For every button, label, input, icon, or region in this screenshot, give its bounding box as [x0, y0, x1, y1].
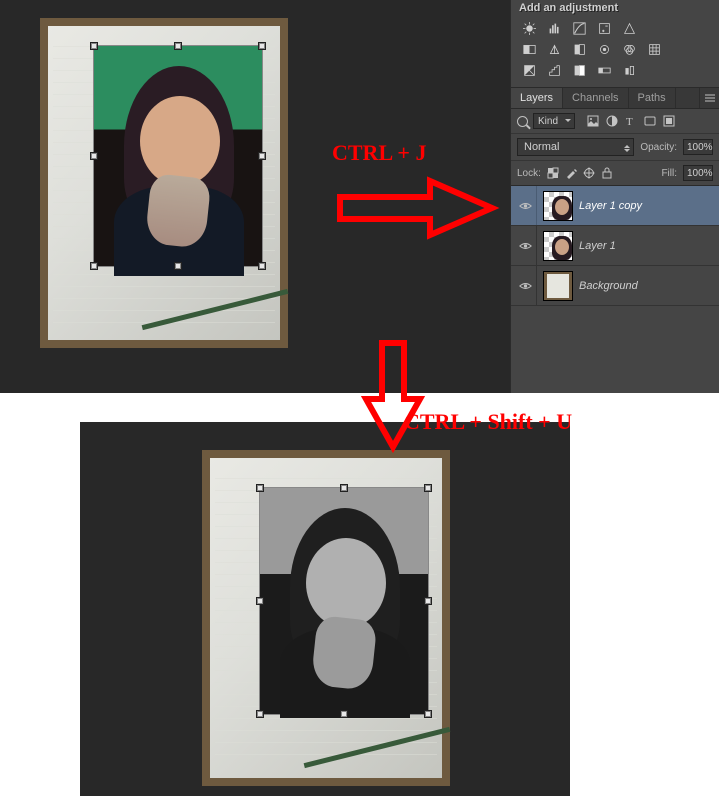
transform-handle[interactable] [257, 485, 263, 491]
document-notebook-bottom [202, 450, 450, 786]
panel-flyout-menu-icon[interactable] [699, 88, 719, 108]
blend-mode-dropdown[interactable]: Normal [517, 138, 634, 156]
tab-paths[interactable]: Paths [629, 88, 676, 108]
layer-row[interactable]: Layer 1 [511, 226, 719, 266]
filter-smartobject-icon[interactable] [662, 115, 675, 128]
tab-layers[interactable]: Layers [511, 88, 563, 108]
posterize-icon[interactable] [546, 63, 563, 78]
selective-color-icon[interactable] [621, 63, 638, 78]
levels-icon[interactable] [546, 21, 563, 36]
layer-row[interactable]: Background [511, 266, 719, 306]
placed-photo-bw[interactable] [260, 488, 428, 714]
transform-handle[interactable] [259, 153, 265, 159]
layer-name-label[interactable]: Layer 1 copy [579, 200, 642, 212]
notebook-paper [48, 26, 280, 340]
transform-handle[interactable] [341, 711, 347, 717]
transform-handle[interactable] [259, 263, 265, 269]
panel-tab-bar: Layers Channels Paths [511, 87, 719, 109]
photo-filter-icon[interactable] [596, 42, 613, 57]
brightness-contrast-icon[interactable] [521, 21, 538, 36]
layer-thumbnail[interactable] [543, 191, 573, 221]
fill-label: Fill: [661, 168, 677, 179]
lock-pixels-icon[interactable] [565, 167, 578, 180]
transform-handle[interactable] [425, 598, 431, 604]
transform-handle[interactable] [175, 263, 181, 269]
layer-filter-row: Kind T [511, 109, 719, 134]
blend-mode-value: Normal [524, 141, 559, 153]
lock-label: Lock: [517, 168, 541, 179]
tab-channels[interactable]: Channels [563, 88, 628, 108]
color-lookup-icon[interactable] [646, 42, 663, 57]
channel-mixer-icon[interactable] [621, 42, 638, 57]
filter-shape-icon[interactable] [643, 115, 656, 128]
canvas-area-bottom [80, 422, 570, 796]
transform-handle[interactable] [175, 43, 181, 49]
gradient-map-icon[interactable] [596, 63, 613, 78]
transform-handle[interactable] [425, 711, 431, 717]
layer-thumbnail[interactable] [543, 271, 573, 301]
filter-type-icon[interactable]: T [624, 115, 637, 128]
visibility-toggle-icon[interactable] [515, 186, 537, 225]
layer-name-label[interactable]: Layer 1 [579, 240, 616, 252]
layer-filter-kind-dropdown[interactable]: Kind [533, 113, 575, 129]
vibrance-icon[interactable] [621, 21, 638, 36]
placed-photo-color[interactable] [94, 46, 262, 266]
lock-row: Lock: Fill: 100% [511, 161, 719, 186]
exposure-icon[interactable] [596, 21, 613, 36]
transform-handle[interactable] [91, 153, 97, 159]
layer-thumbnail[interactable] [543, 231, 573, 261]
lock-transparency-icon[interactable] [547, 167, 560, 180]
transform-handle[interactable] [425, 485, 431, 491]
annotation-arrow-right-icon [336, 175, 496, 244]
filter-adjustment-icon[interactable] [605, 115, 618, 128]
color-balance-icon[interactable] [546, 42, 563, 57]
search-icon [517, 116, 528, 127]
notebook-paper [210, 458, 442, 778]
annotation-arrow-down-icon [360, 339, 426, 454]
visibility-toggle-icon[interactable] [515, 226, 537, 265]
adjustments-row-3 [511, 60, 719, 81]
layer-filter-kind-label: Kind [538, 116, 558, 127]
adjustments-row-1 [511, 18, 719, 39]
photoshop-right-panel: Add an adjustment Layers Channels Paths … [510, 0, 719, 393]
curves-icon[interactable] [571, 21, 588, 36]
lock-position-icon[interactable] [583, 167, 596, 180]
annotation-shortcut-2: CTRL + Shift + U [404, 409, 572, 435]
adjustments-panel-title: Add an adjustment [511, 0, 719, 18]
transform-handle[interactable] [257, 711, 263, 717]
filter-pixel-icon[interactable] [586, 115, 599, 128]
annotation-shortcut-1: CTRL + J [332, 140, 426, 166]
document-notebook-top [40, 18, 288, 348]
svg-text:T: T [626, 116, 633, 127]
lock-all-icon[interactable] [601, 167, 614, 180]
layer-name-label[interactable]: Background [579, 280, 638, 292]
transform-handle[interactable] [91, 263, 97, 269]
layer-row[interactable]: Layer 1 copy [511, 186, 719, 226]
layers-list: Layer 1 copy Layer 1 Background [511, 186, 719, 306]
transform-handle[interactable] [259, 43, 265, 49]
bw-icon[interactable] [571, 42, 588, 57]
fill-input[interactable]: 100% [683, 165, 713, 181]
visibility-toggle-icon[interactable] [515, 266, 537, 305]
transform-handle[interactable] [341, 485, 347, 491]
transform-handle[interactable] [257, 598, 263, 604]
opacity-label: Opacity: [640, 142, 677, 153]
adjustments-row-2 [511, 39, 719, 60]
threshold-icon[interactable] [571, 63, 588, 78]
blend-mode-row: Normal Opacity: 100% [511, 134, 719, 161]
hue-sat-icon[interactable] [521, 42, 538, 57]
opacity-input[interactable]: 100% [683, 139, 713, 155]
transform-handle[interactable] [91, 43, 97, 49]
invert-icon[interactable] [521, 63, 538, 78]
